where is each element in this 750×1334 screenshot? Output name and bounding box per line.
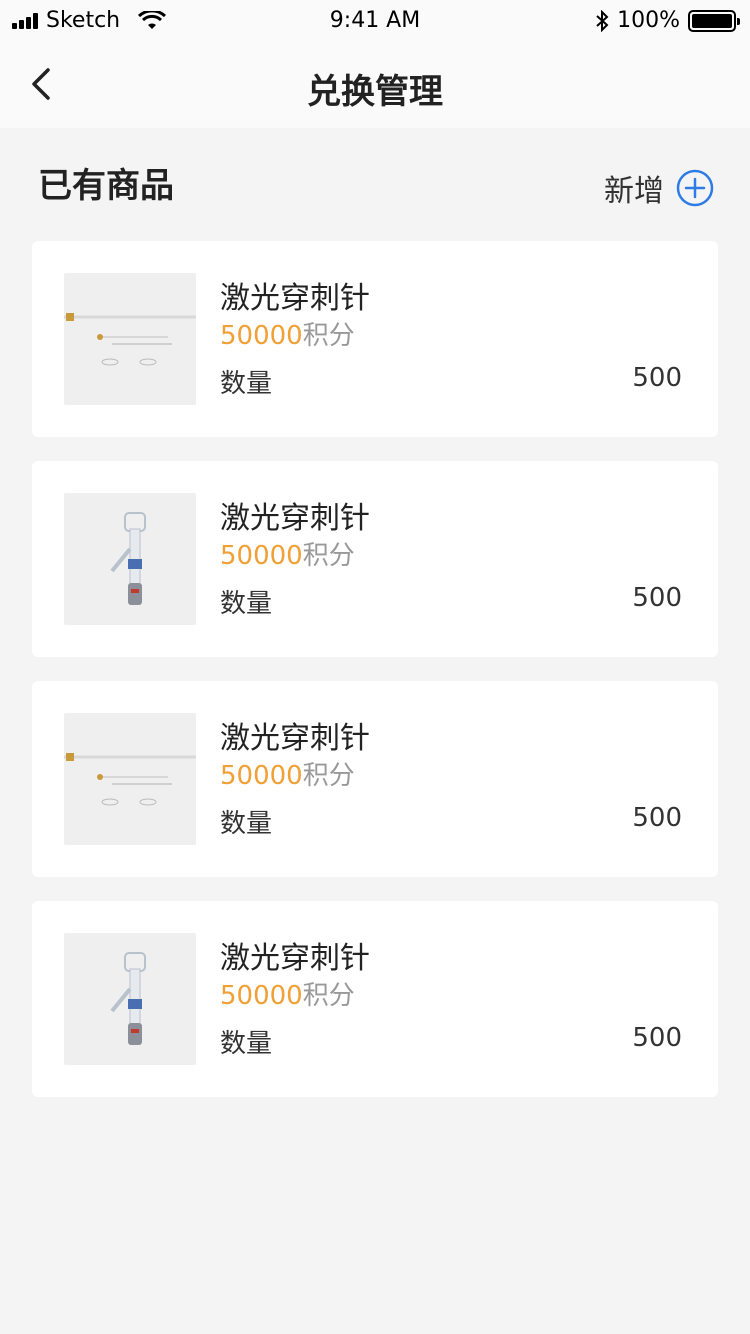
quantity-value: 500: [632, 803, 682, 833]
quantity-value: 500: [632, 363, 682, 393]
quantity-label: 数量: [220, 1029, 273, 1059]
quantity-value: 500: [632, 583, 682, 613]
battery-percent: 100%: [617, 8, 680, 33]
y-connector-image: [64, 933, 196, 1065]
points-value: 50000: [220, 321, 303, 351]
points-unit: 积分: [302, 981, 355, 1011]
add-product-button[interactable]: 新增: [604, 166, 714, 210]
quantity-label: 数量: [220, 369, 273, 399]
product-card[interactable]: 激光穿刺针 50000积分 数量 500: [32, 681, 718, 877]
plus-circle-icon: [676, 169, 714, 207]
product-points: 50000积分: [220, 975, 355, 1012]
page-title: 兑换管理: [307, 72, 443, 112]
quantity-label: 数量: [220, 589, 273, 619]
add-label: 新增: [604, 174, 664, 209]
nav-bar: 兑换管理: [0, 40, 750, 128]
bluetooth-icon: [596, 9, 609, 32]
y-connector-image: [64, 493, 196, 625]
product-points: 50000积分: [220, 535, 355, 572]
quantity-label: 数量: [220, 809, 273, 839]
points-unit: 积分: [302, 541, 355, 571]
product-name: 激光穿刺针: [220, 941, 370, 976]
points-unit: 积分: [302, 321, 355, 351]
quantity-value: 500: [632, 1023, 682, 1053]
points-value: 50000: [220, 541, 303, 571]
needle-kit-image: [64, 273, 196, 405]
status-bar: Sketch 9:41 AM 100%: [0, 0, 750, 40]
needle-kit-image: [64, 713, 196, 845]
product-name: 激光穿刺针: [220, 721, 370, 756]
product-card[interactable]: 激光穿刺针 50000积分 数量 500: [32, 461, 718, 657]
battery-icon: [688, 9, 740, 32]
points-value: 50000: [220, 981, 303, 1011]
points-value: 50000: [220, 761, 303, 791]
product-points: 50000积分: [220, 315, 355, 352]
points-unit: 积分: [302, 761, 355, 791]
product-card[interactable]: 激光穿刺针 50000积分 数量 500: [32, 241, 718, 437]
product-name: 激光穿刺针: [220, 281, 370, 316]
product-name: 激光穿刺针: [220, 501, 370, 536]
product-points: 50000积分: [220, 755, 355, 792]
product-card[interactable]: 激光穿刺针 50000积分 数量 500: [32, 901, 718, 1097]
section-header: 已有商品 新增: [38, 164, 714, 210]
